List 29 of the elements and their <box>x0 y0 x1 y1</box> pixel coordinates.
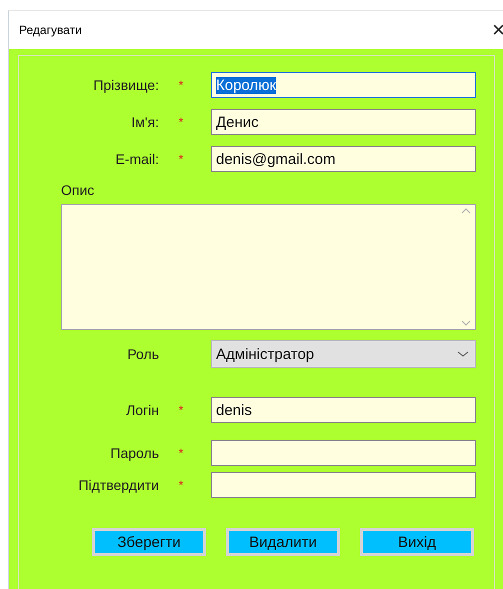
input-field[interactable]: denis <box>211 397 476 423</box>
field-label: Прізвище: <box>93 77 159 93</box>
field-label: E-mail: <box>115 151 159 167</box>
field-label: Роль <box>127 346 159 362</box>
input-field[interactable] <box>211 440 476 466</box>
field-label: Логін <box>126 402 159 418</box>
field-label: Ім'я: <box>131 114 159 130</box>
dialog-button[interactable]: Видалити <box>226 528 340 556</box>
text-area[interactable] <box>61 204 476 330</box>
dialog-button[interactable]: Вихід <box>360 528 474 556</box>
required-mark: * <box>178 478 184 492</box>
required-mark: * <box>178 152 184 166</box>
dialog-button[interactable]: Зберегти <box>92 528 206 556</box>
required-mark: * <box>178 403 184 417</box>
input-field[interactable]: Королюк <box>211 72 476 98</box>
input-field[interactable] <box>211 472 476 498</box>
required-mark: * <box>178 78 184 92</box>
required-mark: * <box>178 115 184 129</box>
required-mark: * <box>178 446 184 460</box>
field-label: Опис <box>61 182 94 198</box>
scroll-up-icon[interactable] <box>461 207 471 215</box>
window-title: Редагувати <box>19 23 82 37</box>
chevron-down-icon <box>457 350 469 358</box>
input-field[interactable]: denis@gmail.com <box>211 146 476 172</box>
field-label: Підтвердити <box>78 477 159 493</box>
scroll-down-icon[interactable] <box>461 319 471 327</box>
field-label: Пароль <box>110 445 159 461</box>
input-field[interactable]: Денис <box>211 109 476 135</box>
role-dropdown[interactable]: Адміністратор <box>211 340 476 368</box>
